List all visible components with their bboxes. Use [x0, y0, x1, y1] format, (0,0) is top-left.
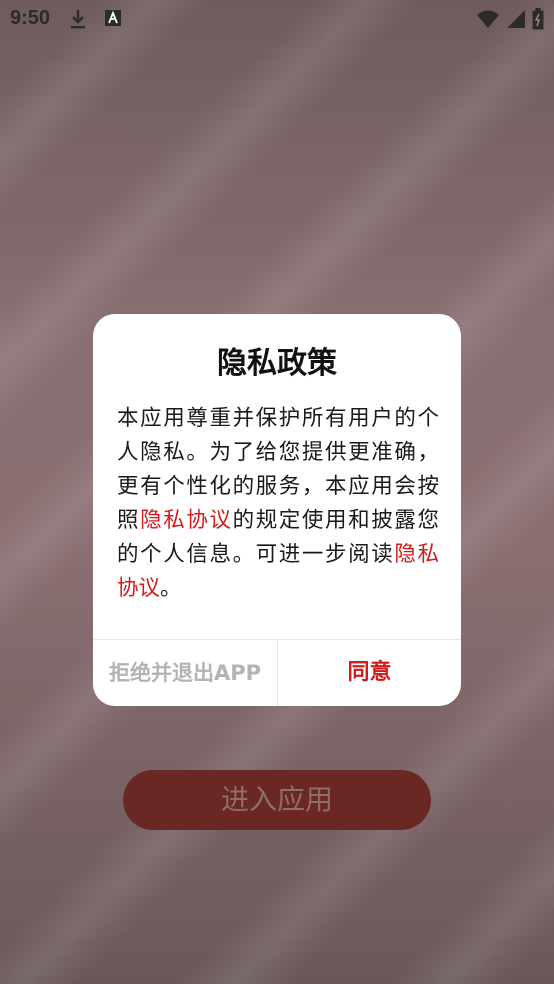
download-icon [68, 8, 88, 35]
dialog-title: 隐私政策 [217, 346, 337, 381]
battery-icon [532, 8, 544, 35]
dialog-body: 本应用尊重并保护所有用户的个人隐私。为了给您提供更准确，更有个性化的服务，本应用… [117, 402, 439, 606]
privacy-dialog: 隐私政策 本应用尊重并保护所有用户的个人隐私。为了给您提供更准确，更有个性化的服… [93, 314, 461, 706]
signal-icon [506, 9, 526, 34]
status-time: 9:50 [10, 7, 51, 29]
body-text-3: 。 [160, 576, 182, 601]
agree-button[interactable]: 同意 [278, 640, 461, 706]
enter-app-button[interactable]: 进入应用 [123, 770, 431, 830]
app-notification-icon [104, 8, 122, 33]
status-bar: 9:50 [0, 0, 554, 38]
decline-exit-button[interactable]: 拒绝并退出APP [93, 640, 277, 706]
wifi-icon [476, 9, 500, 34]
privacy-agreement-link-1[interactable]: 隐私协议 [140, 508, 232, 533]
